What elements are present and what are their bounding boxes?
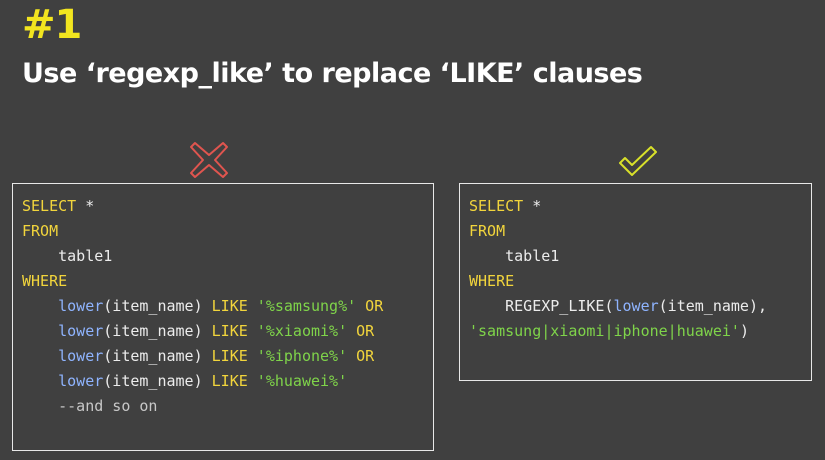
code-line: WHERE (22, 269, 433, 294)
code-line: lower(item_name) LIKE '%samsung%' OR (22, 294, 433, 319)
sql-keyword: LIKE (211, 372, 248, 390)
slide-title: Use ‘regexp_like’ to replace ‘LIKE’ clau… (22, 58, 643, 89)
sql-text: (item_name) (103, 322, 212, 340)
sql-text: (item_name) (103, 297, 212, 315)
sql-text: (item_name) (103, 347, 212, 365)
sql-keyword: FROM (22, 222, 59, 240)
code-line: SELECT * (22, 194, 433, 219)
check-icon (619, 146, 657, 176)
code-line: table1 (22, 244, 433, 269)
sql-indent (22, 347, 58, 365)
sql-keyword: SELECT (22, 197, 77, 215)
sql-function: lower (58, 347, 104, 365)
bad-code-block: SELECT * FROM table1 WHERE lower(item_name… (12, 183, 434, 451)
sql-indent (22, 322, 58, 340)
code-line: WHERE (469, 269, 811, 294)
sql-keyword: LIKE (211, 347, 248, 365)
code-line: --and so on (22, 394, 433, 419)
sql-keyword: SELECT (469, 197, 524, 215)
sql-function: lower (58, 372, 104, 390)
sql-indent (22, 372, 58, 390)
sql-text: * (523, 197, 542, 215)
code-line: FROM (469, 219, 811, 244)
sql-keyword: OR (356, 297, 384, 315)
sql-string: '%xiaomi%' (247, 322, 348, 340)
sql-text: (item_name) (103, 372, 212, 390)
sql-function: lower (613, 297, 659, 315)
cross-icon (190, 142, 228, 178)
slide-number: #1 (22, 2, 82, 48)
sql-string: '%samsung%' (247, 297, 357, 315)
sql-keyword: WHERE (22, 272, 68, 290)
code-line: table1 (469, 244, 811, 269)
code-line: lower(item_name) LIKE '%iphone%' OR (22, 344, 433, 369)
sql-keyword: FROM (469, 222, 506, 240)
sql-keyword: LIKE (211, 297, 248, 315)
sql-keyword: WHERE (469, 272, 515, 290)
sql-text: * (76, 197, 95, 215)
code-line: lower(item_name) LIKE '%xiaomi%' OR (22, 319, 433, 344)
sql-keyword: OR (347, 322, 375, 340)
code-line: FROM (22, 219, 433, 244)
code-line: SELECT * (469, 194, 811, 219)
sql-string: '%iphone%' (247, 347, 348, 365)
sql-function: lower (58, 322, 104, 340)
sql-text: ) (739, 322, 749, 340)
sql-keyword: OR (347, 347, 375, 365)
code-line: 'samsung|xiaomi|iphone|huawei') (469, 319, 811, 344)
sql-string: 'samsung|xiaomi|iphone|huawei' (469, 322, 740, 340)
sql-comment: --and so on (22, 397, 158, 415)
sql-text: (item_name), (658, 297, 768, 315)
sql-text: table1 (469, 247, 560, 265)
sql-keyword: LIKE (211, 322, 248, 340)
code-line: REGEXP_LIKE(lower(item_name), (469, 294, 811, 319)
sql-text: REGEXP_LIKE( (469, 297, 614, 315)
sql-text: table1 (22, 247, 113, 265)
sql-function: lower (58, 297, 104, 315)
sql-string: '%huawei%' (247, 372, 348, 390)
good-code-block: SELECT * FROM table1 WHERE REGEXP_LIKE(low… (459, 183, 812, 381)
code-line: lower(item_name) LIKE '%huawei%' (22, 369, 433, 394)
sql-indent (22, 297, 58, 315)
